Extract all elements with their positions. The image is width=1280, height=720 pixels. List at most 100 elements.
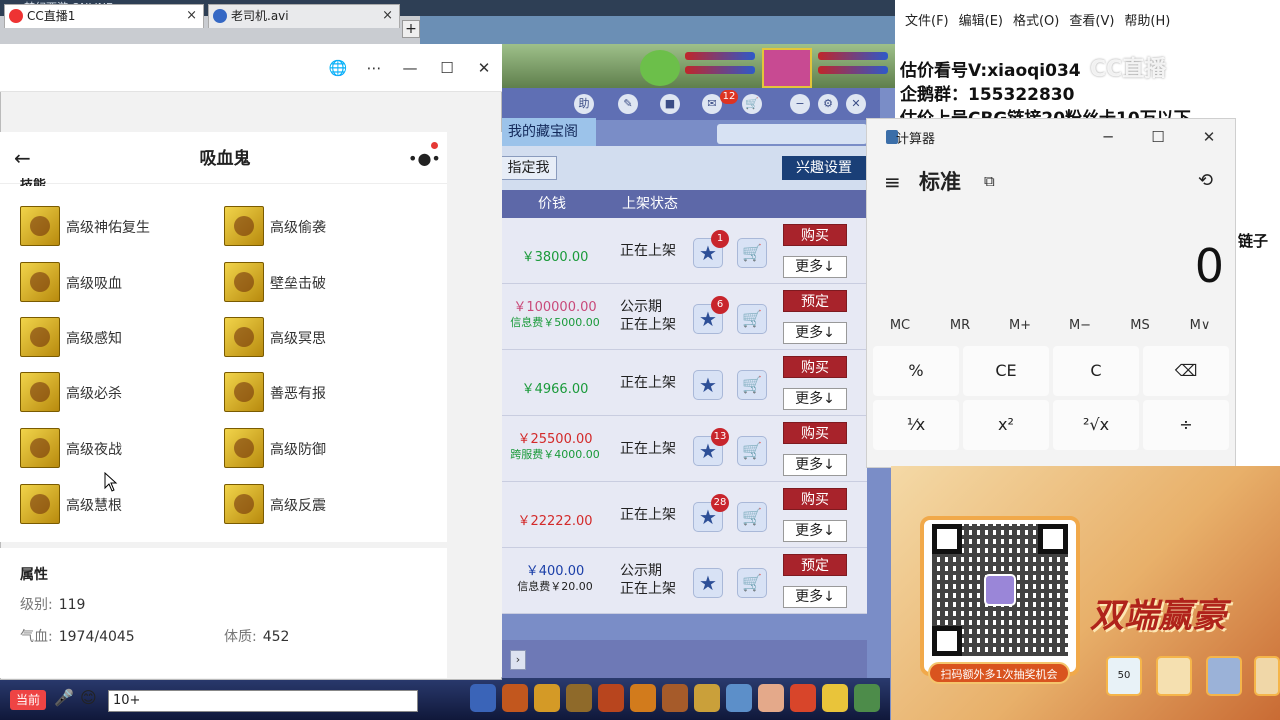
- tab-my-treasure[interactable]: 我的藏宝阁: [500, 118, 596, 146]
- back-arrow-icon[interactable]: ←: [14, 146, 36, 170]
- bag-icon[interactable]: [534, 684, 560, 712]
- stop-icon[interactable]: ■: [660, 94, 680, 114]
- buy-button[interactable]: 预定: [783, 554, 847, 576]
- face-icon[interactable]: [822, 684, 848, 712]
- maximize-icon[interactable]: ☐: [1138, 124, 1178, 150]
- minimize-icon[interactable]: ─: [1088, 124, 1128, 150]
- price: ￥25500.00: [517, 432, 593, 447]
- calc-key[interactable]: ²√x: [1053, 400, 1139, 450]
- sword-icon[interactable]: [470, 684, 496, 712]
- memory-button[interactable]: MR: [930, 318, 990, 333]
- add-cart-icon[interactable]: 🛒: [737, 502, 767, 532]
- skill-icon[interactable]: [566, 684, 592, 712]
- maximize-icon[interactable]: ☐: [437, 58, 457, 78]
- calc-key[interactable]: ÷: [1143, 400, 1229, 450]
- notepad-menu-item[interactable]: 格式(O): [1013, 14, 1059, 29]
- notepad-menu-item[interactable]: 帮助(H): [1124, 14, 1170, 29]
- pen-icon[interactable]: ✎: [618, 94, 638, 114]
- tab-close-icon[interactable]: ×: [186, 5, 197, 27]
- listing-row[interactable]: ￥25500.00 跨服费￥4000.00 正在上架 ★ 13 🛒 购买 更多↓: [500, 416, 867, 482]
- tab-close-icon[interactable]: ×: [382, 5, 393, 27]
- cart-icon[interactable]: 🛒: [742, 94, 762, 114]
- fee: 跨服费￥4000.00: [510, 448, 600, 461]
- close-icon[interactable]: ✕: [846, 94, 866, 114]
- calc-key[interactable]: ⌫: [1143, 346, 1229, 396]
- calc-key[interactable]: ¹⁄x: [873, 400, 959, 450]
- favorite-star-icon[interactable]: ★: [693, 568, 723, 598]
- chest-icon[interactable]: [502, 684, 528, 712]
- more-icon[interactable]: ⋯: [364, 58, 384, 78]
- listing-row[interactable]: ￥100000.00 信息费￥5000.00 公示期 正在上架 ★ 6 🛒 预定 更多↓: [500, 284, 867, 350]
- add-cart-icon[interactable]: 🛒: [737, 568, 767, 598]
- more-button[interactable]: 更多↓: [783, 520, 847, 542]
- player-avatar[interactable]: [762, 48, 812, 88]
- peach-icon[interactable]: [758, 684, 784, 712]
- chat-input[interactable]: 10+: [108, 690, 418, 712]
- minimize-icon[interactable]: −: [790, 94, 810, 114]
- help-button[interactable]: 助: [574, 94, 594, 114]
- calc-key[interactable]: %: [873, 346, 959, 396]
- menu-dots-icon[interactable]: •●•: [408, 147, 441, 171]
- more-button[interactable]: 更多↓: [783, 454, 847, 476]
- memory-button[interactable]: M−: [1050, 318, 1110, 333]
- add-cart-icon[interactable]: 🛒: [737, 370, 767, 400]
- memory-button[interactable]: M+: [990, 318, 1050, 333]
- bell-icon[interactable]: [694, 684, 720, 712]
- promo-title: 双端赢豪: [1090, 596, 1226, 636]
- browser-tab-video[interactable]: 老司机.avi ×: [208, 4, 400, 28]
- mouse-cursor-icon: [104, 472, 118, 492]
- microphone-icon[interactable]: 🎤: [54, 688, 74, 712]
- close-icon[interactable]: ✕: [474, 58, 494, 78]
- search-input[interactable]: [717, 124, 867, 144]
- system-icon[interactable]: [854, 684, 880, 712]
- calc-key[interactable]: C: [1053, 346, 1139, 396]
- buy-button[interactable]: 购买: [783, 356, 847, 378]
- assign-me-button[interactable]: 指定我: [500, 156, 557, 180]
- favorite-star-icon[interactable]: ★: [693, 370, 723, 400]
- memory-button[interactable]: M∨: [1170, 318, 1230, 333]
- quest-icon[interactable]: [662, 684, 688, 712]
- chat-icon[interactable]: ✉: [702, 94, 722, 114]
- settings-icon[interactable]: ⚙: [818, 94, 838, 114]
- hamburger-menu-icon[interactable]: ≡: [884, 170, 901, 194]
- globe-icon[interactable]: 🌐: [328, 58, 348, 78]
- browser-tab-cc1[interactable]: CC直播1 ×: [4, 4, 204, 28]
- emoji-icon[interactable]: 😊: [80, 688, 100, 712]
- minimize-icon[interactable]: —: [400, 58, 420, 78]
- add-cart-icon[interactable]: 🛒: [737, 238, 767, 268]
- notepad-menu-item[interactable]: 文件(F): [905, 14, 949, 29]
- channel-current[interactable]: 当前: [10, 690, 46, 710]
- team-icon[interactable]: [598, 684, 624, 712]
- add-cart-icon[interactable]: 🛒: [737, 304, 767, 334]
- map-icon[interactable]: [726, 684, 752, 712]
- pet-avatar[interactable]: [640, 50, 680, 86]
- notepad-menu-item[interactable]: 编辑(E): [959, 14, 1003, 29]
- calc-key[interactable]: CE: [963, 346, 1049, 396]
- badge-icon[interactable]: [790, 684, 816, 712]
- calculator-title: 计算器: [896, 132, 936, 147]
- listing-row[interactable]: ￥4966.00 正在上架 ★ 🛒 购买 更多↓: [500, 350, 867, 416]
- close-icon[interactable]: ✕: [1189, 124, 1229, 150]
- listing-row[interactable]: ￥400.00 信息费￥20.00 公示期 正在上架 ★ 🛒 预定 更多↓: [500, 548, 867, 614]
- memory-button[interactable]: MS: [1110, 318, 1170, 333]
- notepad-menu-item[interactable]: 查看(V): [1069, 14, 1114, 29]
- more-button[interactable]: 更多↓: [783, 256, 847, 278]
- calc-key[interactable]: x²: [963, 400, 1049, 450]
- listing-row[interactable]: ￥22222.00 正在上架 ★ 28 🛒 购买 更多↓: [500, 482, 867, 548]
- keep-on-top-icon[interactable]: ⧉: [984, 172, 995, 190]
- new-tab-button[interactable]: +: [402, 20, 420, 38]
- history-icon[interactable]: ⟲: [1198, 170, 1213, 191]
- add-cart-icon[interactable]: 🛒: [737, 436, 767, 466]
- more-button[interactable]: 更多↓: [783, 586, 847, 608]
- buy-button[interactable]: 购买: [783, 488, 847, 510]
- listing-row[interactable]: ￥3800.00 正在上架 ★ 1 🛒 购买 更多↓: [500, 218, 867, 284]
- memory-button[interactable]: MC: [870, 318, 930, 333]
- buy-button[interactable]: 预定: [783, 290, 847, 312]
- next-page-button[interactable]: ›: [510, 650, 526, 670]
- more-button[interactable]: 更多↓: [783, 322, 847, 344]
- buy-button[interactable]: 购买: [783, 224, 847, 246]
- buy-button[interactable]: 购买: [783, 422, 847, 444]
- gift-icon[interactable]: [630, 684, 656, 712]
- interest-settings-button[interactable]: 兴趣设置: [782, 156, 866, 180]
- more-button[interactable]: 更多↓: [783, 388, 847, 410]
